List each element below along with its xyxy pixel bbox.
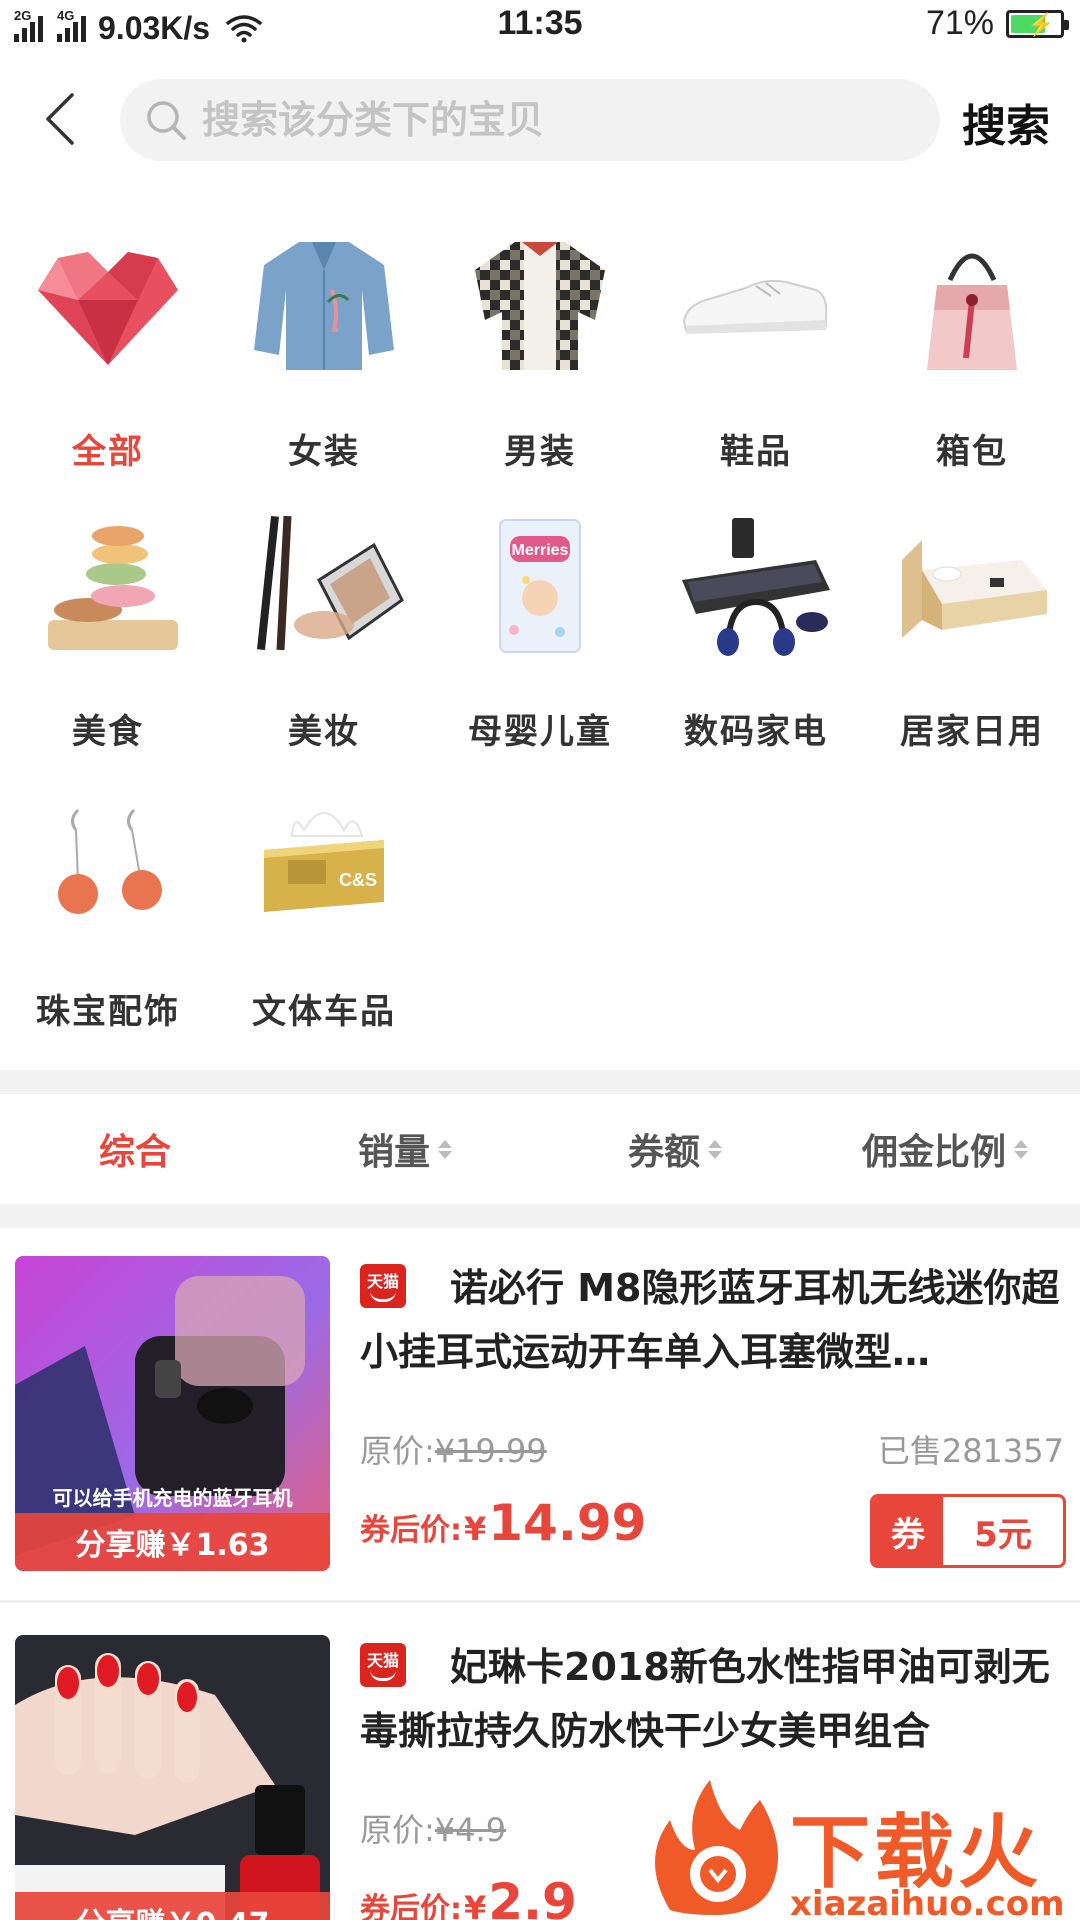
flame-logo-icon (655, 1780, 778, 1915)
category-label: 数码家电 (684, 712, 828, 752)
coupon-value: 5元 (974, 1514, 1032, 1555)
category-label: 母婴儿童 (468, 712, 612, 752)
category-makeup[interactable]: 美妆 (216, 510, 432, 790)
section-divider (0, 1070, 1080, 1094)
coupon-price: 券后价: ¥ 14.99 (360, 1494, 647, 1552)
plaid-shirt-icon (475, 242, 605, 370)
tissue-box-icon: C&S (264, 812, 384, 912)
category-food[interactable]: 美食 (0, 510, 216, 790)
category-grid: 全部 女装 男装 鞋品 箱包 美食 美妆 Merries 母婴儿童 数码家电 居… (0, 230, 1080, 1070)
search-input[interactable] (202, 98, 922, 142)
network-speed: 9.03K/s (98, 9, 211, 46)
product-image[interactable]: 分享赚￥0.47 (15, 1635, 330, 1920)
category-shoes[interactable]: 鞋品 (648, 230, 864, 510)
category-all[interactable]: 全部 (0, 230, 216, 510)
sort-arrows-icon (1014, 1139, 1028, 1159)
wifi-icon (226, 15, 262, 43)
nail-polish-image (15, 1635, 330, 1920)
category-label: 男装 (504, 432, 576, 472)
sort-bar: 综合 销量 券额 佣金比例 (0, 1094, 1080, 1204)
chevron-left-icon (46, 93, 74, 145)
svg-text:C&S: C&S (339, 870, 377, 890)
category-label: 美妆 (288, 712, 360, 752)
sort-coupon[interactable]: 券额 (540, 1123, 810, 1175)
search-button[interactable]: 搜索 (962, 90, 1050, 154)
category-home[interactable]: 居家日用 (864, 510, 1080, 790)
heart-icon (38, 252, 178, 365)
denim-jacket-icon (254, 242, 394, 370)
cell-signal-icon-2: 4G (57, 8, 86, 42)
category-mens[interactable]: 男装 (432, 230, 648, 510)
back-button[interactable] (30, 84, 90, 154)
product-divider (0, 1600, 1080, 1603)
watermark-url: xiazaihuo.com (790, 1884, 1065, 1920)
product-title[interactable]: 妃琳卡2018新色水性指甲油可剥无毒撕拉持久防水快干少女美甲组合 (360, 1635, 1060, 1763)
category-womens[interactable]: 女装 (216, 230, 432, 510)
category-label: 全部 (72, 432, 144, 472)
status-bar: 2G 4G 9.03K/s 11:35 71% ⚡ (0, 0, 1080, 56)
category-stationery-auto[interactable]: C&S 文体车品 (216, 790, 432, 1070)
sort-sales[interactable]: 销量 (270, 1123, 540, 1175)
coupon-tag: 券 (873, 1497, 943, 1565)
sneaker-icon (682, 279, 828, 334)
original-price: 原价:¥19.99 (360, 1432, 547, 1470)
search-icon (147, 101, 186, 140)
cell-signal-icon: 2G (14, 8, 43, 42)
macaron-icon (48, 526, 178, 650)
sold-count: 已售281357 (877, 1432, 1064, 1470)
search-header: 搜索 (0, 70, 1080, 170)
section-divider (0, 1204, 1080, 1228)
category-baby[interactable]: Merries 母婴儿童 (432, 510, 648, 790)
category-label: 珠宝配饰 (36, 992, 180, 1032)
share-earn-button[interactable]: 分享赚￥0.47 (15, 1892, 330, 1920)
earrings-icon (58, 808, 162, 914)
app-screen: 2G 4G 9.03K/s 11:35 71% ⚡ 搜索该分类下的宝贝 搜索 全… (0, 0, 1080, 1920)
sort-comprehensive[interactable]: 综合 (0, 1123, 270, 1175)
category-label: 女装 (288, 432, 360, 472)
bed-icon (902, 540, 1047, 638)
category-label: 鞋品 (720, 432, 792, 472)
category-label: 美食 (72, 712, 144, 752)
product-title[interactable]: 诺必行 M8隐形蓝牙耳机无线迷你超小挂耳式运动开车单入耳塞微型… (360, 1256, 1060, 1384)
category-label: 箱包 (936, 432, 1008, 472)
battery-icon: ⚡ (1006, 9, 1069, 38)
coupon-price: 券后价: ¥ 2.9 (360, 1873, 577, 1920)
coupon-button[interactable]: 券 5元 (870, 1494, 1066, 1568)
category-digital[interactable]: 数码家电 (648, 510, 864, 790)
category-label: 文体车品 (252, 992, 396, 1032)
search-box[interactable] (120, 79, 940, 161)
category-jewelry[interactable]: 珠宝配饰 (0, 790, 216, 1070)
category-bags[interactable]: 箱包 (864, 230, 1080, 510)
makeup-icon (257, 515, 404, 651)
diaper-pack-icon: Merries (499, 519, 581, 653)
sort-arrows-icon (438, 1139, 452, 1159)
sort-arrows-icon (708, 1139, 722, 1159)
watermark-logo: 下载火 xiazaihuo.com (640, 1770, 1080, 1920)
image-caption: 可以给手机充电的蓝牙耳机 (52, 1486, 293, 1510)
category-label: 居家日用 (900, 712, 1044, 752)
handbag-icon (927, 253, 1017, 370)
product-card[interactable]: 可以给手机充电的蓝牙耳机 分享赚￥1.63 天猫 诺必行 M8隐形蓝牙耳机无线迷… (0, 1256, 1080, 1626)
keyboard-headset-icon (682, 518, 830, 656)
product-image[interactable]: 可以给手机充电的蓝牙耳机 分享赚￥1.63 (15, 1256, 330, 1571)
sort-commission[interactable]: 佣金比例 (810, 1123, 1080, 1175)
original-price: 原价:¥4.9 (360, 1811, 507, 1849)
svg-text:Merries: Merries (512, 542, 569, 559)
share-earn-button[interactable]: 分享赚￥1.63 (15, 1513, 330, 1571)
battery-percent: 71% (925, 4, 994, 42)
